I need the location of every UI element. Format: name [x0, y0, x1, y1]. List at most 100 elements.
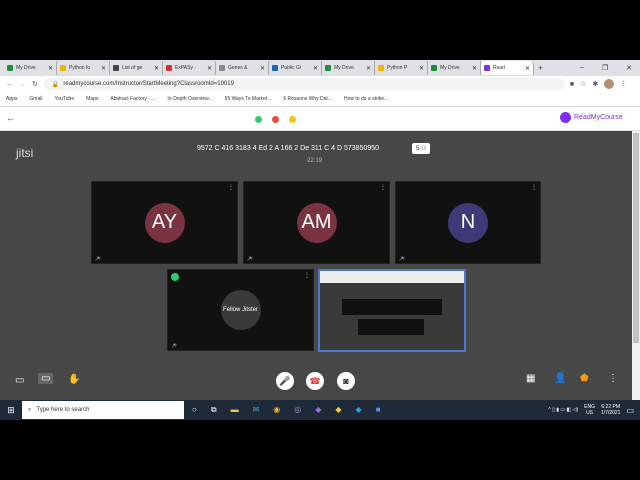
local-participant-tile[interactable]: Fellow Jitster ⋮ 🎤̸ [167, 269, 314, 351]
bookmark-item[interactable]: Gmail [29, 96, 42, 102]
close-tab-icon[interactable]: ✕ [207, 65, 212, 72]
close-tab-icon[interactable]: ✕ [366, 65, 371, 72]
invite-icon[interactable]: 👤 [554, 373, 566, 384]
brand-logo[interactable]: ReadMyCourse [560, 112, 623, 123]
status-dot-red [272, 116, 279, 123]
browser-tab[interactable]: Read ✕ [481, 61, 534, 75]
favicon-icon [484, 65, 490, 71]
back-icon[interactable]: ← [6, 81, 13, 88]
mail-icon[interactable]: ✉ [253, 405, 260, 415]
participant-count-badge[interactable]: 5 ⚇ [412, 143, 431, 154]
camera-off-button[interactable]: ◙ [337, 372, 355, 390]
close-tab-icon[interactable]: ✕ [260, 65, 265, 72]
favicon-icon [166, 65, 172, 71]
close-tab-icon[interactable]: ✕ [154, 65, 159, 72]
close-tab-icon[interactable]: ✕ [101, 65, 106, 72]
participant-tile[interactable]: AY ⋮ 🎤̸ [91, 181, 238, 264]
favicon-icon [325, 65, 331, 71]
shared-screen-preview [358, 319, 424, 335]
forward-icon[interactable]: → [19, 81, 26, 88]
browser-tab[interactable]: ExPASy - ✕ [163, 61, 216, 75]
tile-menu-icon[interactable]: ⋮ [228, 184, 234, 191]
browser-tab[interactable]: Public Gi ✕ [269, 61, 322, 75]
reload-icon[interactable]: ↻ [32, 80, 38, 88]
raise-hand-icon[interactable]: ✋ [68, 374, 80, 385]
bookmark-item[interactable]: Maps [86, 96, 98, 102]
bookmark-item[interactable]: 5 Reasons Why Dat... [283, 96, 332, 102]
page-header: ← ReadMyCourse [0, 107, 640, 131]
close-window-button[interactable]: ✕ [626, 64, 632, 72]
jitsi-logo: jitsi [16, 146, 34, 160]
cortana-icon[interactable]: ○ [192, 405, 197, 415]
more-options-icon[interactable]: ⋮ [608, 373, 618, 384]
toolbar: ▭ ▭ ✋ 🎤 ☎ ◙ ▦ 👤 ⬟ ⋮ [0, 369, 632, 397]
browser-tab[interactable]: List of ge ✕ [110, 61, 163, 75]
screenshare-icon[interactable]: ▭ [38, 373, 54, 384]
mic-muted-icon: 🎤̸ [399, 256, 404, 261]
lock-icon: 🔒 [51, 81, 60, 88]
minimize-button[interactable]: – [580, 64, 584, 72]
bookmark-item[interactable]: How to do a strike... [344, 96, 388, 102]
taskbar: ⊞ ⌕ Type here to search ○ ⧉ ▬ ✉ ◉ ◎ ◆ ◆ ◆ ■ ^ ▯ ▮ … [0, 400, 640, 420]
vscode-icon[interactable]: ◆ [356, 405, 362, 415]
clock[interactable]: 6:22 PM 1/7/2021 [601, 404, 620, 416]
browser-tab[interactable]: My Drive ✕ [428, 61, 481, 75]
search-icon: ⌕ [28, 406, 32, 413]
bookmark-item[interactable]: Abstract Factory - ... [110, 96, 155, 102]
camera-icon[interactable]: ■ [570, 81, 574, 88]
browser-tab[interactable]: My Drive ✕ [4, 61, 57, 75]
tile-menu-icon[interactable]: ⋮ [380, 184, 386, 191]
new-tab-button[interactable]: + [538, 63, 543, 73]
hangup-button[interactable]: ☎ [306, 372, 324, 390]
close-tab-icon[interactable]: ✕ [419, 65, 424, 72]
tile-menu-icon[interactable]: ⋮ [304, 272, 310, 279]
mic-muted-icon: 🎤̸ [247, 256, 252, 261]
avatar: N [448, 202, 488, 243]
task-view-icon[interactable]: ⧉ [211, 405, 217, 415]
tray-icons[interactable]: ^ ▯ ▮ ▭ ◧ ◁) [548, 407, 578, 413]
app-icon[interactable]: ◎ [294, 405, 301, 415]
menu-icon[interactable]: ⋮ [620, 80, 627, 88]
speaker-indicator-icon [171, 273, 179, 281]
url-input[interactable]: 🔒 readmycourse.com/Instructor/StartMeetin… [43, 78, 564, 90]
scrollbar[interactable] [632, 131, 640, 400]
tile-menu-icon[interactable]: ⋮ [531, 184, 537, 191]
taskbar-search-input[interactable]: ⌕ Type here to search [22, 401, 184, 419]
participant-tile[interactable]: N ⋮ 🎤̸ [395, 181, 541, 264]
address-bar-row: ← → ↻ 🔒 readmycourse.com/Instructor/StartMe… [0, 76, 640, 92]
mic-muted-icon: 🎤̸ [95, 256, 100, 261]
close-tab-icon[interactable]: ✕ [525, 65, 530, 72]
python-icon[interactable]: ◆ [335, 405, 341, 415]
avatar[interactable] [604, 79, 615, 89]
bookmark-item[interactable]: Apps [6, 96, 17, 102]
security-shield-icon[interactable]: ⬟ [580, 373, 589, 384]
screen-share-tile[interactable] [318, 269, 466, 352]
participant-tile[interactable]: AM ⋮ 🎤̸ [243, 181, 390, 264]
browser-tab[interactable]: My Drive ✕ [322, 61, 375, 75]
bookmark-item[interactable]: 55 Ways To Market... [225, 96, 272, 102]
browser-tab[interactable]: Genes & ✕ [216, 61, 269, 75]
start-icon[interactable]: ⊞ [0, 405, 22, 416]
language-indicator[interactable]: ENG US [584, 404, 595, 416]
chrome-icon[interactable]: ◉ [273, 405, 280, 415]
browser-tab[interactable]: Python fo ✕ [57, 61, 110, 75]
notifications-icon[interactable]: ▭ [626, 406, 634, 415]
close-tab-icon[interactable]: ✕ [48, 65, 53, 72]
star-icon[interactable]: ☆ [580, 80, 586, 88]
extensions-icon[interactable]: ✱ [592, 80, 598, 88]
tile-view-icon[interactable]: ▦ [526, 373, 535, 384]
app-icon[interactable]: ■ [376, 405, 381, 415]
bookmark-item[interactable]: In-Depth Overview... [167, 96, 212, 102]
visual-studio-icon[interactable]: ◆ [315, 405, 321, 415]
file-explorer-icon[interactable]: ▬ [231, 405, 239, 415]
meeting-area: jitsi 9572 C 416 3183 4 Ed 2 A 166 2 De … [0, 131, 632, 400]
bookmark-item[interactable]: YouTube [54, 96, 74, 102]
close-tab-icon[interactable]: ✕ [313, 65, 318, 72]
close-tab-icon[interactable]: ✕ [472, 65, 477, 72]
browser-tab[interactable]: Python P ✕ [375, 61, 428, 75]
restore-button[interactable]: ❐ [602, 64, 608, 72]
back-button[interactable]: ← [6, 113, 15, 123]
chat-icon[interactable]: ▭ [15, 375, 24, 386]
microphone-button[interactable]: 🎤 [276, 372, 294, 390]
favicon-icon [113, 65, 119, 71]
